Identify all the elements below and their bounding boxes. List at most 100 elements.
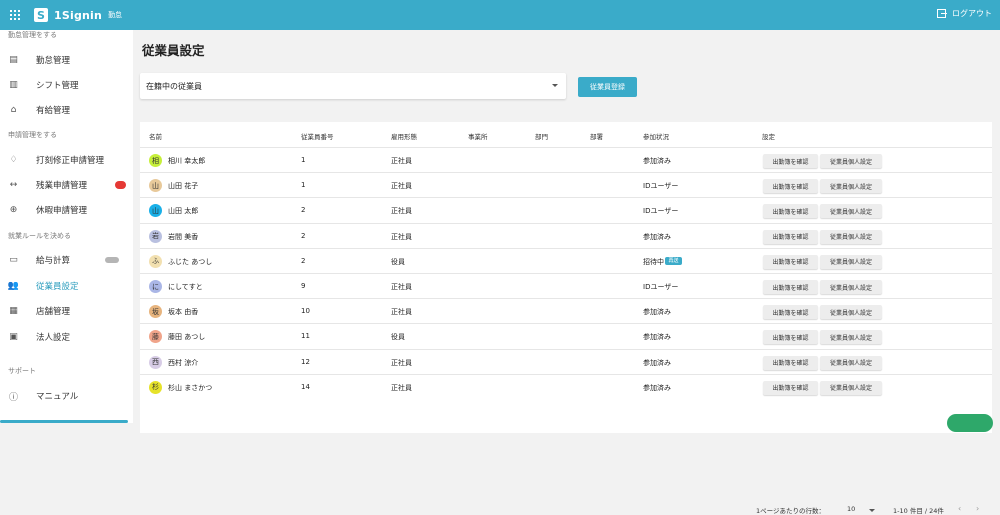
view-timesheet-button[interactable]: 出勤簿を確認 (763, 254, 818, 269)
employment-type: 役員 (391, 257, 405, 266)
participation-status: IDユーザー (643, 283, 679, 291)
resend-invite-button[interactable]: 再送 (665, 256, 682, 265)
participation-status: IDユーザー (643, 207, 679, 216)
avatar: 相 (149, 154, 162, 167)
avatar: 山 (149, 179, 162, 193)
employee-filter-select[interactable]: 在籍中の従業員 (140, 73, 566, 99)
main-content: 従業員設定 在籍中の従業員 従業員登録 名前 従業員番号 雇用形態 事業所 部門… (133, 30, 1000, 515)
view-timesheet-button[interactable]: 出勤簿を確認 (763, 204, 818, 219)
sidebar-section-attendance: 勤怠管理をする (8, 31, 57, 39)
rows-per-page-select[interactable]: 10 (847, 505, 855, 513)
sidebar-item-paid-leave[interactable]: ⌂ 有給管理 (0, 99, 133, 121)
table-row: ににしてすと 9 正社員 IDユーザー 出勤簿を確認 従業員個人設定 (140, 273, 992, 298)
columns-icon: ▥ (9, 80, 18, 90)
view-timesheet-button[interactable]: 出勤簿を確認 (763, 380, 818, 395)
participation-status: 参加済み (643, 232, 671, 241)
employee-settings-button[interactable]: 従業員個人設定 (820, 330, 882, 345)
sidebar-section-rules: 就業ルールを決める (8, 232, 71, 240)
employee-settings-button[interactable]: 従業員個人設定 (820, 305, 882, 320)
employee-name: 山田 花子 (168, 182, 199, 191)
app-badge: 勤怠 (108, 11, 123, 19)
sidebar-item-payroll[interactable]: ▭ 給与計算 (0, 249, 133, 271)
table-row: 藤藤田 あつし 11 役員 参加済み 出勤簿を確認 従業員個人設定 (140, 323, 992, 348)
register-employee-button[interactable]: 従業員登録 (578, 77, 637, 97)
sidebar-item-label: 勤怠管理 (36, 56, 71, 66)
employee-number: 9 (301, 282, 306, 290)
app-name: 1Signin (54, 8, 103, 22)
employee-number: 1 (301, 181, 306, 190)
column-header-status: 参加状況 (643, 133, 669, 141)
avatar: に (149, 280, 162, 293)
bell-icon: ♢ (9, 155, 18, 165)
sidebar-item-label: 法人設定 (36, 333, 71, 343)
sidebar-item-label: シフト管理 (36, 81, 79, 91)
sidebar-item-store[interactable]: ▦ 店舗管理 (0, 300, 133, 322)
app-grid-icon[interactable] (10, 10, 20, 20)
view-timesheet-button[interactable]: 出勤簿を確認 (763, 355, 818, 370)
employment-type: 役員 (391, 333, 405, 342)
view-timesheet-button[interactable]: 出勤簿を確認 (763, 229, 818, 244)
sidebar-item-corporate[interactable]: ▣ 法人設定 (0, 326, 133, 348)
sidebar-item-attendance[interactable]: ▤ 勤怠管理 (0, 49, 133, 71)
employee-settings-button[interactable]: 従業員個人設定 (820, 254, 882, 269)
sidebar: 勤怠管理をする ▤ 勤怠管理 ▥ シフト管理 ⌂ 有給管理 申請管理をする ♢ … (0, 30, 133, 423)
status-pill (105, 257, 119, 263)
home-icon: ⌂ (10, 105, 17, 115)
sidebar-item-leave[interactable]: ⊕ 休暇申請管理 (0, 199, 133, 221)
avatar: 藤 (149, 330, 162, 344)
table-row: 岩岩間 美香 2 正社員 参加済み 出勤簿を確認 従業員個人設定 (140, 222, 992, 248)
employee-name: 相川 幸太郎 (168, 157, 206, 165)
employee-settings-button[interactable]: 従業員個人設定 (820, 380, 882, 395)
employee-number: 10 (301, 307, 310, 316)
employment-type: 正社員 (391, 358, 412, 367)
participation-status: 参加済み (643, 308, 671, 317)
column-header-name: 名前 (149, 133, 162, 141)
column-header-office: 事業所 (468, 133, 488, 141)
sidebar-item-manual[interactable]: ⓘ マニュアル (0, 385, 133, 407)
avatar: 岩 (149, 229, 162, 243)
sidebar-item-punch-correction[interactable]: ♢ 打刻修正申請管理 (0, 149, 133, 171)
participation-status: 参加済み (643, 383, 671, 392)
view-timesheet-button[interactable]: 出勤簿を確認 (763, 330, 818, 345)
employee-name: 坂本 由香 (168, 308, 199, 317)
participation-status: 参加済み (643, 358, 671, 367)
employee-settings-button[interactable]: 従業員個人設定 (820, 355, 882, 370)
table-row: 坂坂本 由香 10 正社員 参加済み 出勤簿を確認 従業員個人設定 (140, 298, 992, 323)
column-header-division: 部門 (535, 133, 548, 141)
logout-button[interactable]: ログアウト (937, 8, 992, 19)
avatar: ふ (149, 254, 162, 268)
sidebar-item-overtime[interactable]: ↔ 残業申請管理 (0, 174, 133, 196)
employee-number: 2 (301, 231, 306, 240)
employee-name: 岩間 美香 (168, 232, 199, 241)
employee-number: 14 (301, 382, 310, 391)
table-row: 杉杉山 まさかつ 14 正社員 参加済み 出勤簿を確認 従業員個人設定 (140, 373, 992, 399)
sidebar-item-shift[interactable]: ▥ シフト管理 (0, 74, 133, 96)
view-timesheet-button[interactable]: 出勤簿を確認 (763, 154, 818, 168)
sidebar-item-label: 従業員設定 (36, 282, 79, 292)
sidebar-item-employee-settings[interactable]: 👥 従業員設定 (0, 275, 133, 297)
prev-page-icon[interactable]: ‹ (958, 504, 961, 513)
participation-status: IDユーザー (643, 182, 679, 191)
employee-name: ふじた あつし (168, 257, 213, 266)
table-row: ふふじた あつし 2 役員 招待中 再送 出勤簿を確認 従業員個人設定 (140, 247, 992, 273)
employee-name: 山田 太郎 (168, 207, 199, 216)
employee-settings-button[interactable]: 従業員個人設定 (820, 204, 882, 219)
employee-name: 杉山 まさかつ (168, 383, 213, 392)
sidebar-item-label: 残業申請管理 (36, 181, 88, 191)
employee-settings-button[interactable]: 従業員個人設定 (820, 179, 882, 194)
help-chat-button[interactable] (947, 414, 993, 432)
employee-settings-button[interactable]: 従業員個人設定 (820, 280, 882, 294)
help-icon: ⓘ (8, 392, 18, 403)
view-timesheet-button[interactable]: 出勤簿を確認 (763, 280, 818, 294)
chevron-down-icon (869, 509, 875, 512)
employee-settings-button[interactable]: 従業員個人設定 (820, 229, 882, 244)
employee-name: にしてすと (168, 283, 203, 291)
sidebar-item-label: 給与計算 (36, 256, 71, 266)
employment-type: 正社員 (391, 182, 412, 191)
next-page-icon[interactable]: › (976, 504, 979, 513)
building-icon: ▣ (9, 332, 18, 342)
view-timesheet-button[interactable]: 出勤簿を確認 (763, 179, 818, 194)
view-timesheet-button[interactable]: 出勤簿を確認 (763, 305, 818, 320)
employee-settings-button[interactable]: 従業員個人設定 (820, 154, 882, 168)
table-row: 西西村 涼介 12 正社員 参加済み 出勤簿を確認 従業員個人設定 (140, 348, 992, 374)
